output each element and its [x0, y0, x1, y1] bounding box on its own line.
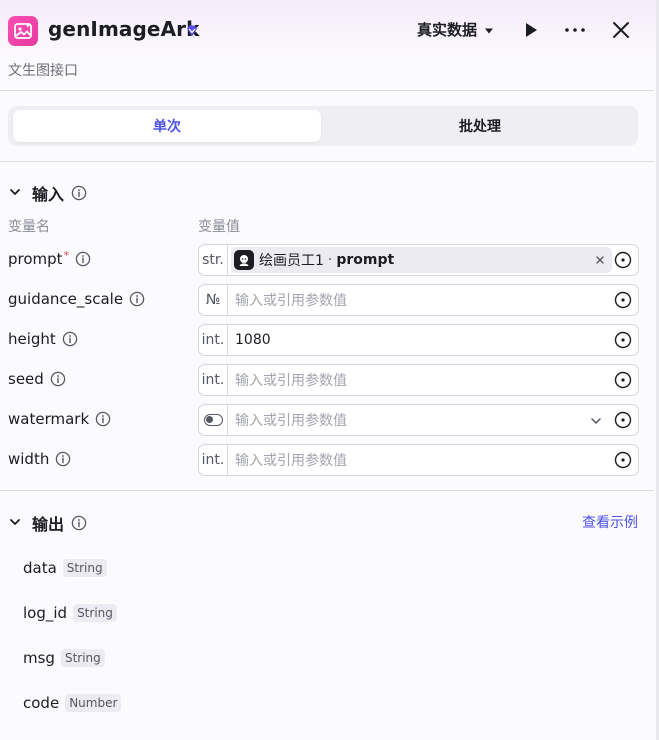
output-field-name: data	[23, 559, 57, 577]
variable-target-icon[interactable]	[614, 331, 632, 353]
clear-icon[interactable]	[593, 252, 607, 271]
info-circle-icon[interactable]	[55, 451, 71, 467]
prompt-field[interactable]: str. 绘画员工1 · prompt	[198, 244, 639, 276]
info-circle-icon[interactable]	[71, 515, 87, 531]
chevron-down-icon[interactable]	[8, 184, 22, 203]
plugin-description: 文生图接口	[8, 63, 78, 79]
param-label-watermark: watermark	[8, 409, 111, 429]
width-field[interactable]: int. 输入或引用参数值	[198, 444, 639, 476]
param-name: seed	[8, 370, 44, 388]
output-field-name: log_id	[23, 604, 68, 622]
seed-field[interactable]: int. 输入或引用参数值	[198, 364, 639, 396]
type-tag: №	[199, 285, 228, 315]
diamond-badge-icon	[185, 23, 199, 42]
variable-reference-chip[interactable]: 绘画员工1 · prompt	[231, 247, 612, 273]
field-placeholder: 输入或引用参数值	[235, 413, 347, 429]
more-horizontal-icon[interactable]	[564, 20, 586, 44]
info-circle-icon[interactable]	[75, 251, 91, 267]
image-generate-icon	[8, 16, 38, 46]
info-circle-icon[interactable]	[71, 185, 87, 201]
param-name: prompt	[8, 250, 63, 268]
divider	[0, 161, 654, 162]
param-name: height	[8, 330, 56, 348]
mode-tabs: 单次 批处理	[8, 106, 638, 146]
field-placeholder: 输入或引用参数值	[235, 293, 347, 309]
tab-batch[interactable]: 批处理	[326, 110, 634, 142]
output-section-title: 输出	[32, 515, 65, 534]
input-section-header[interactable]: 输入	[8, 181, 87, 205]
input-section-title: 输入	[32, 185, 65, 204]
param-name: watermark	[8, 410, 90, 428]
play-icon[interactable]	[522, 20, 540, 44]
param-label-width: width	[8, 449, 71, 469]
info-circle-icon[interactable]	[129, 291, 145, 307]
output-field-row: code Number	[23, 694, 122, 712]
reference-node-name: 绘画员工1	[259, 253, 324, 269]
close-icon[interactable]	[611, 20, 631, 44]
type-tag: int.	[199, 325, 228, 355]
node-avatar	[234, 250, 254, 270]
height-field[interactable]: int. 1080	[198, 324, 639, 356]
column-header-name: 变量名	[8, 219, 50, 235]
info-circle-icon[interactable]	[62, 331, 78, 347]
plugin-title: genImageArk	[48, 17, 200, 41]
tab-single[interactable]: 单次	[13, 110, 321, 142]
param-label-guidance-scale: guidance_scale	[8, 289, 145, 309]
toggle-icon	[203, 414, 223, 426]
chevron-down-icon[interactable]	[589, 413, 603, 432]
variable-target-icon[interactable]	[614, 411, 632, 433]
data-mode-dropdown[interactable]: 真实数据	[417, 19, 494, 40]
view-example-link[interactable]: 查看示例	[582, 512, 638, 532]
panel-header: genImageArk 真实数据	[8, 14, 648, 48]
field-placeholder: 输入或引用参数值	[235, 373, 347, 389]
watermark-field[interactable]: 输入或引用参数值	[198, 404, 639, 436]
param-name: guidance_scale	[8, 290, 124, 308]
info-circle-icon[interactable]	[50, 371, 66, 387]
output-type-badge: Number	[65, 694, 122, 712]
caret-down-icon	[484, 21, 494, 39]
divider	[0, 490, 654, 491]
variable-target-icon[interactable]	[614, 291, 632, 313]
output-field-row: data String	[23, 559, 107, 577]
type-tag: int.	[199, 445, 228, 475]
output-field-name: code	[23, 694, 60, 712]
variable-target-icon[interactable]	[614, 251, 632, 273]
boolean-type-tag	[199, 405, 228, 435]
output-field-row: msg String	[23, 649, 105, 667]
column-header-value: 变量值	[198, 219, 240, 235]
required-mark: *	[63, 248, 70, 262]
field-placeholder: 输入或引用参数值	[235, 453, 347, 469]
type-tag: str.	[199, 245, 228, 275]
output-type-badge: String	[73, 604, 117, 622]
output-field-row: log_id String	[23, 604, 117, 622]
reference-separator: ·	[327, 252, 333, 268]
output-type-badge: String	[62, 559, 107, 577]
output-section-header[interactable]: 输出	[8, 511, 87, 535]
type-tag: int.	[199, 365, 228, 395]
param-name: width	[8, 450, 50, 468]
info-circle-icon[interactable]	[95, 411, 111, 427]
param-label-prompt: prompt *	[8, 249, 91, 269]
param-label-height: height	[8, 329, 78, 349]
variable-target-icon[interactable]	[614, 451, 632, 473]
guidance-scale-field[interactable]: № 输入或引用参数值	[198, 284, 639, 316]
output-field-name: msg	[23, 649, 55, 667]
reference-variable-name: prompt	[336, 252, 395, 268]
chevron-down-icon[interactable]	[8, 514, 22, 533]
field-value: 1080	[235, 332, 271, 348]
data-mode-label: 真实数据	[417, 21, 478, 39]
divider	[0, 90, 654, 91]
variable-target-icon[interactable]	[614, 371, 632, 393]
param-label-seed: seed	[8, 369, 66, 389]
output-type-badge: String	[60, 649, 105, 667]
